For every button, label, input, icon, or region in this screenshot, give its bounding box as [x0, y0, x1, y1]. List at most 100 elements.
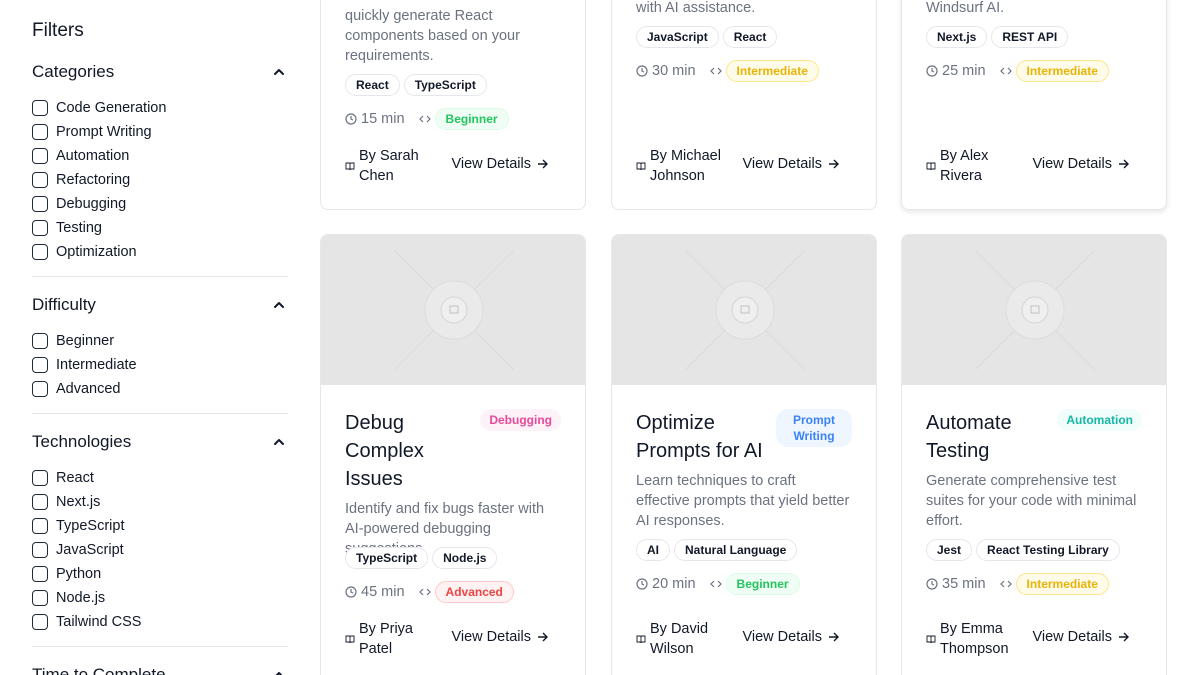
tech-tag[interactable]: Node.js	[432, 547, 498, 569]
tech-tag[interactable]: TypeScript	[403, 74, 487, 96]
tech-tag[interactable]: AI	[636, 539, 670, 561]
chevron-up-icon[interactable]	[272, 298, 286, 312]
time-section: Time to Complete	[32, 663, 288, 675]
arrow-right-icon	[538, 159, 548, 169]
divider	[32, 646, 288, 647]
option-label: Python	[56, 566, 102, 582]
category-option-refactoring[interactable]: Refactoring	[32, 170, 130, 190]
technologies-section: Technologies	[32, 430, 288, 454]
tech-option-tailwind[interactable]: Tailwind CSS	[32, 612, 141, 632]
tutorial-card[interactable]: Automate Testing Automation Generate com…	[901, 234, 1167, 675]
difficulty-title: Difficulty	[32, 295, 96, 314]
view-details-button[interactable]: View Details	[1032, 156, 1130, 172]
checkbox[interactable]	[32, 244, 48, 260]
checkbox[interactable]	[32, 381, 48, 397]
card-title[interactable]: Automate Testing	[926, 409, 1056, 465]
view-details-button[interactable]: View Details	[742, 156, 840, 172]
difficulty-option-intermediate[interactable]: Intermediate	[32, 355, 137, 375]
difficulty-option-advanced[interactable]: Advanced	[32, 379, 121, 399]
checkbox[interactable]	[32, 614, 48, 630]
tech-tag[interactable]: Next.js	[926, 26, 988, 48]
chevron-up-icon[interactable]	[272, 65, 286, 79]
chevron-up-icon[interactable]	[272, 668, 286, 675]
card-title[interactable]: Optimize Prompts for AI	[636, 409, 766, 465]
view-details-button[interactable]: View Details	[1032, 629, 1130, 645]
difficulty-section: Difficulty	[32, 293, 288, 317]
categories-header[interactable]: Categories	[32, 60, 288, 84]
checkbox[interactable]	[32, 100, 48, 116]
category-option-code-generation[interactable]: Code Generation	[32, 98, 166, 118]
category-option-testing[interactable]: Testing	[32, 218, 102, 238]
option-label: Tailwind CSS	[56, 614, 142, 630]
technologies-header[interactable]: Technologies	[32, 430, 288, 454]
tutorial-card[interactable]: Debug Complex Issues Debugging Identify …	[320, 234, 586, 675]
tutorial-card[interactable]: Windsurf AI. Next.js REST API 25 min Int…	[901, 0, 1167, 210]
checkbox[interactable]	[32, 566, 48, 582]
tech-tag[interactable]: Natural Language	[674, 539, 798, 561]
checkbox[interactable]	[32, 590, 48, 606]
card-author: By Michael Johnson	[636, 146, 726, 186]
difficulty-header[interactable]: Difficulty	[32, 293, 288, 317]
category-badge: Automation	[1057, 409, 1142, 431]
time-header[interactable]: Time to Complete	[32, 663, 288, 675]
tutorial-card[interactable]: quickly generate React components based …	[320, 0, 586, 210]
tech-tag[interactable]: TypeScript	[345, 547, 429, 569]
difficulty-badge: Beginner	[725, 573, 800, 595]
option-label: JavaScript	[56, 542, 124, 558]
tech-tag[interactable]: React	[722, 26, 778, 48]
image-placeholder-icon	[393, 249, 515, 371]
checkbox[interactable]	[32, 518, 48, 534]
checkbox[interactable]	[32, 357, 48, 373]
checkbox[interactable]	[32, 542, 48, 558]
card-tags: TypeScript Node.js	[345, 547, 498, 569]
checkbox[interactable]	[32, 124, 48, 140]
card-tags: React TypeScript	[345, 74, 487, 96]
card-author: By Emma Thompson	[926, 619, 1016, 659]
tech-tag[interactable]: React	[345, 74, 400, 96]
tutorial-card[interactable]: Optimize Prompts for AI Prompt Writing L…	[611, 234, 877, 675]
checkbox[interactable]	[32, 333, 48, 349]
view-details-button[interactable]: View Details	[742, 629, 840, 645]
tech-option-typescript[interactable]: TypeScript	[32, 516, 125, 536]
checkbox[interactable]	[32, 148, 48, 164]
checkbox[interactable]	[32, 470, 48, 486]
category-option-debugging[interactable]: Debugging	[32, 194, 126, 214]
option-label: TypeScript	[56, 518, 125, 534]
option-label: Intermediate	[56, 357, 137, 373]
clock-icon	[636, 65, 648, 77]
card-title[interactable]: Debug Complex Issues	[345, 409, 475, 493]
tech-option-nextjs[interactable]: Next.js	[32, 492, 100, 512]
card-thumbnail	[612, 235, 876, 385]
book-icon	[636, 635, 646, 644]
option-label: Beginner	[56, 333, 115, 349]
image-placeholder-icon	[684, 249, 806, 371]
card-meta: 20 min Beginner	[636, 573, 800, 595]
filters-sidebar: Filters Categories Code Generation Promp…	[32, 0, 288, 675]
code-icon	[418, 115, 431, 123]
difficulty-option-beginner[interactable]: Beginner	[32, 331, 114, 351]
view-details-button[interactable]: View Details	[451, 629, 549, 645]
tech-option-javascript[interactable]: JavaScript	[32, 540, 124, 560]
option-label: Optimization	[56, 244, 137, 260]
checkbox[interactable]	[32, 220, 48, 236]
checkbox[interactable]	[32, 196, 48, 212]
tech-option-react[interactable]: React	[32, 468, 94, 488]
tech-tag[interactable]: Jest	[926, 539, 973, 561]
option-label: Debugging	[56, 196, 127, 212]
category-option-optimization[interactable]: Optimization	[32, 242, 137, 262]
checkbox[interactable]	[32, 172, 48, 188]
tech-option-nodejs[interactable]: Node.js	[32, 588, 105, 608]
checkbox[interactable]	[32, 494, 48, 510]
category-option-prompt-writing[interactable]: Prompt Writing	[32, 122, 152, 142]
tech-option-python[interactable]: Python	[32, 564, 101, 584]
tech-tag[interactable]: JavaScript	[636, 26, 719, 48]
tech-tag[interactable]: REST API	[991, 26, 1069, 48]
card-meta: 15 min Beginner	[345, 108, 509, 130]
code-icon	[418, 588, 431, 596]
tech-tag[interactable]: React Testing Library	[976, 539, 1120, 561]
tutorial-card[interactable]: with AI assistance. JavaScript React 30 …	[611, 0, 877, 210]
option-label: Next.js	[56, 494, 101, 510]
chevron-up-icon[interactable]	[272, 435, 286, 449]
category-option-automation[interactable]: Automation	[32, 146, 129, 166]
view-details-button[interactable]: View Details	[451, 156, 549, 172]
